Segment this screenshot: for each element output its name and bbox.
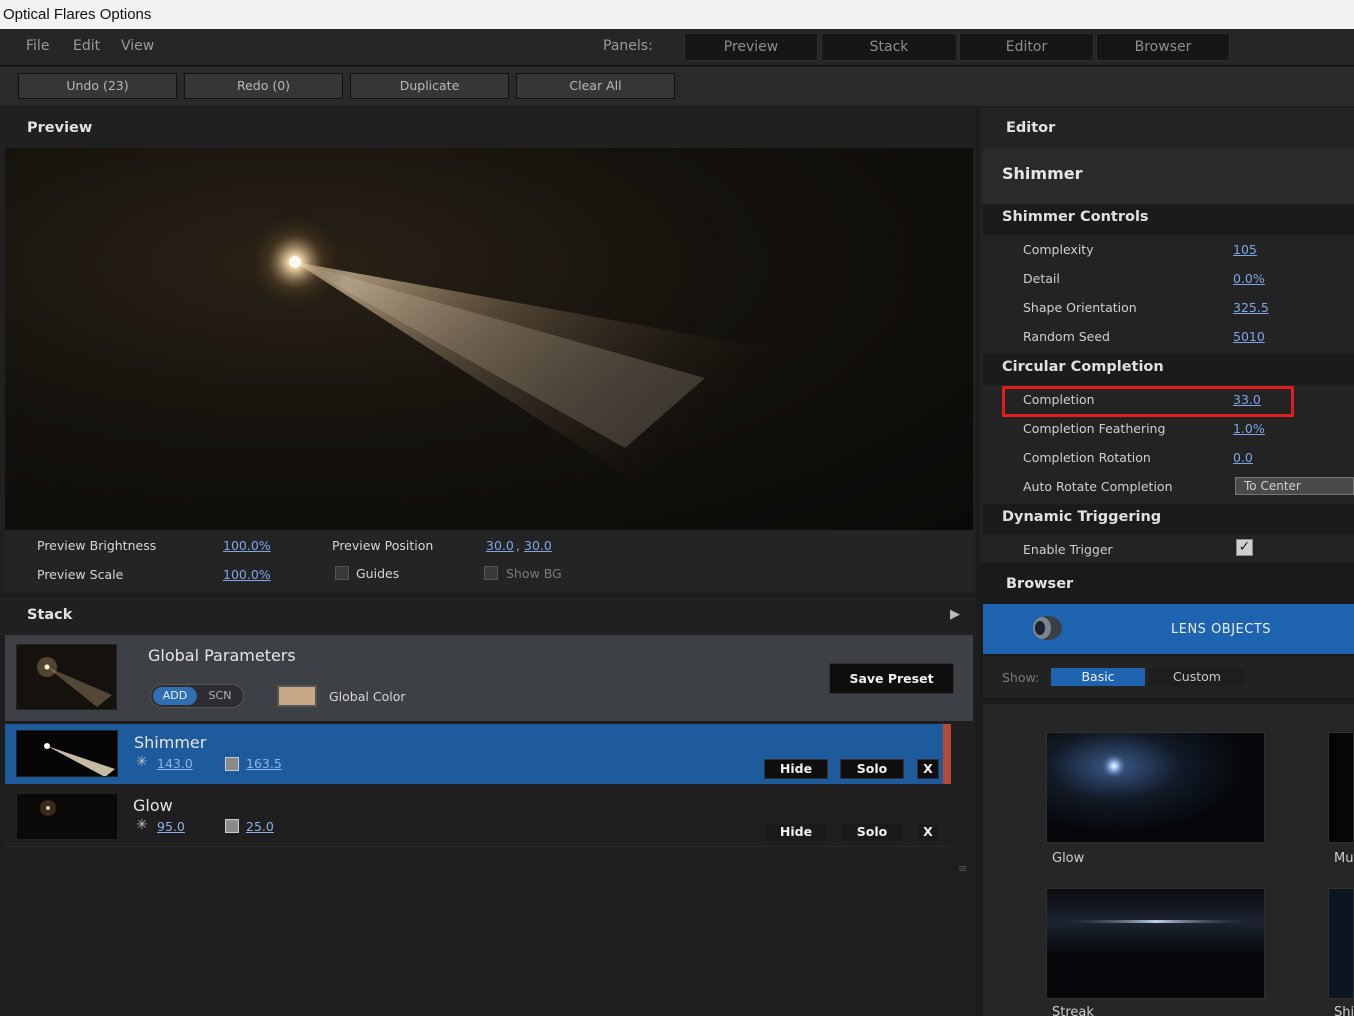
random-seed-label: Random Seed xyxy=(1023,329,1110,344)
menu-edit[interactable]: Edit xyxy=(73,38,100,54)
panel-editor-button[interactable]: Editor xyxy=(959,33,1094,61)
enable-trigger-checkbox[interactable]: ✓ xyxy=(1236,539,1253,556)
expand-arrow-icon[interactable]: ▶ xyxy=(950,607,960,622)
browser-item-label-streak: Streak xyxy=(1052,1005,1094,1016)
blend-mode-toggle[interactable]: ADD SCN xyxy=(150,684,244,708)
auto-rotate-dropdown[interactable]: To Center xyxy=(1235,477,1354,495)
preview-position-y[interactable]: 30.0 xyxy=(524,538,552,553)
show-label: Show: xyxy=(1002,670,1040,685)
flare-render xyxy=(240,207,765,488)
global-color-label: Global Color xyxy=(329,689,406,704)
resize-grip-icon[interactable]: ≡ xyxy=(958,862,967,875)
panel-browser-button[interactable]: Browser xyxy=(1096,33,1230,61)
lens-objects-label: LENS OBJECTS xyxy=(1171,622,1272,637)
global-parameters-title: Global Parameters xyxy=(148,646,296,665)
show-basic-tab[interactable]: Basic xyxy=(1051,668,1145,686)
section-title-dynamic-triggering: Dynamic Triggering xyxy=(1002,509,1162,525)
complexity-label: Complexity xyxy=(1023,242,1094,257)
browser-item-label-partial-2: Shi xyxy=(1334,1005,1354,1016)
browser-item-label-glow: Glow xyxy=(1052,851,1085,866)
complexity-value[interactable]: 105 xyxy=(1233,242,1257,257)
layer-name-shimmer: Shimmer xyxy=(134,733,207,752)
browser-item-partial-1[interactable] xyxy=(1328,732,1354,843)
lens-icon xyxy=(1026,612,1066,644)
undo-button[interactable]: Undo (23) xyxy=(18,73,177,99)
glow-brightness-value[interactable]: 95.0 xyxy=(157,819,185,834)
shimmer-remove-button[interactable]: X xyxy=(917,759,939,779)
clear-all-button[interactable]: Clear All xyxy=(516,73,675,99)
scale-icon xyxy=(225,757,239,771)
shape-orientation-label: Shape Orientation xyxy=(1023,300,1137,315)
shimmer-hide-button[interactable]: Hide xyxy=(764,759,828,779)
toolbar: Undo (23) Redo (0) Duplicate Clear All xyxy=(0,67,1354,106)
shimmer-scale-value[interactable]: 163.5 xyxy=(246,756,282,771)
preview-position-x[interactable]: 30.0 xyxy=(486,538,514,553)
blend-add-option[interactable]: ADD xyxy=(153,687,197,705)
preview-position-label: Preview Position xyxy=(332,538,434,553)
menu-view[interactable]: View xyxy=(121,38,154,54)
panel-stack-button[interactable]: Stack xyxy=(821,33,957,61)
shimmer-solo-button[interactable]: Solo xyxy=(840,759,904,779)
preview-position-separator: , xyxy=(516,538,520,553)
preview-brightness-label: Preview Brightness xyxy=(37,538,157,553)
glow-solo-button[interactable]: Solo xyxy=(840,822,904,842)
layer-name-glow: Glow xyxy=(133,796,173,815)
glow-hide-button[interactable]: Hide xyxy=(764,822,828,842)
blend-scn-option[interactable]: SCN xyxy=(199,687,241,705)
global-color-swatch[interactable] xyxy=(277,685,317,707)
stack-header xyxy=(0,597,976,635)
completion-feathering-label: Completion Feathering xyxy=(1023,421,1166,436)
scale-icon xyxy=(225,819,239,833)
enable-trigger-label: Enable Trigger xyxy=(1023,542,1113,557)
show-bg-checkbox[interactable] xyxy=(484,566,498,580)
shimmer-brightness-value[interactable]: 143.0 xyxy=(157,756,193,771)
random-seed-value[interactable]: 5010 xyxy=(1233,329,1265,344)
redo-button[interactable]: Redo (0) xyxy=(184,73,343,99)
browser-item-label-partial-1: Mu xyxy=(1334,851,1354,866)
save-preset-button[interactable]: Save Preset xyxy=(829,663,954,694)
menu-bar: File Edit View Panels: Preview Stack Edi… xyxy=(0,29,1354,66)
editor-title: Editor xyxy=(1006,120,1056,136)
preview-scale-label: Preview Scale xyxy=(37,567,124,582)
browser-title: Browser xyxy=(1006,576,1074,592)
guides-label: Guides xyxy=(356,566,400,581)
window-title: Optical Flares Options xyxy=(0,0,1354,29)
preview-brightness-value[interactable]: 100.0% xyxy=(223,538,271,553)
browser-item-glow[interactable] xyxy=(1046,732,1265,843)
preview-title: Preview xyxy=(27,120,93,136)
browser-item-streak[interactable] xyxy=(1046,888,1265,999)
completion-feathering-value[interactable]: 1.0% xyxy=(1233,421,1265,436)
brightness-icon: ✳ xyxy=(136,754,148,770)
show-custom-tab[interactable]: Custom xyxy=(1149,668,1245,686)
browser-item-partial-2[interactable] xyxy=(1328,888,1354,999)
completion-rotation-label: Completion Rotation xyxy=(1023,450,1151,465)
preview-viewport[interactable] xyxy=(5,148,973,530)
glow-remove-button[interactable]: X xyxy=(917,822,939,842)
completion-highlight-box xyxy=(1002,386,1294,417)
guides-checkbox[interactable] xyxy=(335,566,349,580)
glow-scale-value[interactable]: 25.0 xyxy=(246,819,274,834)
shape-orientation-value[interactable]: 325.5 xyxy=(1233,300,1269,315)
glow-thumbnail xyxy=(16,793,118,840)
stack-title: Stack xyxy=(27,607,73,623)
brightness-icon: ✳ xyxy=(136,817,148,833)
show-bg-label: Show BG xyxy=(506,566,562,581)
panels-label: Panels: xyxy=(603,38,653,54)
editor-object-name: Shimmer xyxy=(1002,164,1083,183)
duplicate-button[interactable]: Duplicate xyxy=(350,73,509,99)
shimmer-thumbnail xyxy=(16,730,118,777)
detail-label: Detail xyxy=(1023,271,1060,286)
section-title-shimmer-controls: Shimmer Controls xyxy=(1002,209,1149,225)
auto-rotate-completion-label: Auto Rotate Completion xyxy=(1023,479,1173,494)
completion-rotation-value[interactable]: 0.0 xyxy=(1233,450,1253,465)
section-title-circular-completion: Circular Completion xyxy=(1002,359,1164,375)
detail-value[interactable]: 0.0% xyxy=(1233,271,1265,286)
preview-scale-value[interactable]: 100.0% xyxy=(223,567,271,582)
layer-color-tag xyxy=(943,724,951,784)
panel-preview-button[interactable]: Preview xyxy=(684,33,818,61)
global-thumbnail xyxy=(16,644,117,710)
menu-file[interactable]: File xyxy=(26,38,49,54)
